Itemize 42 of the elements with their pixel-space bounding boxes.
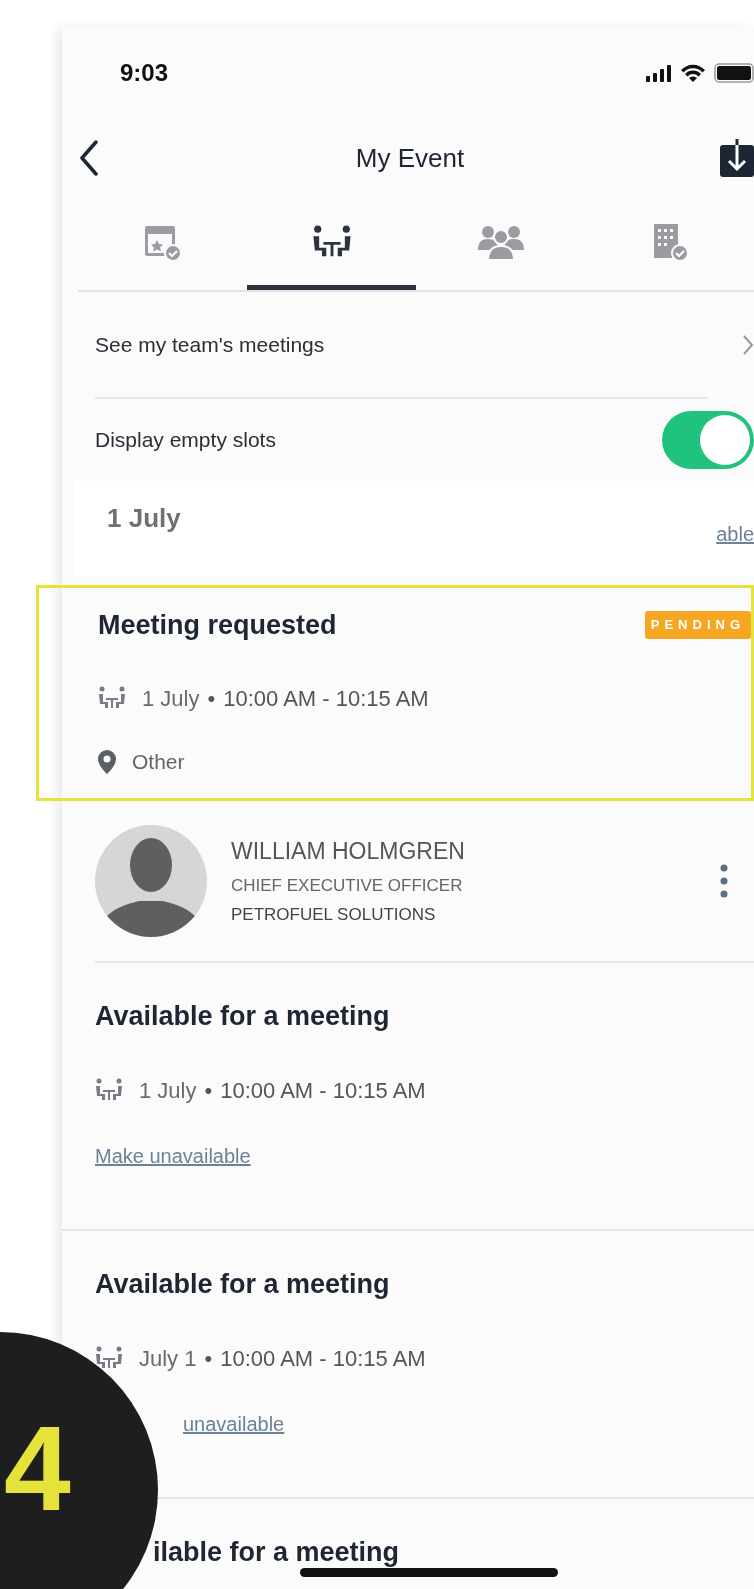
- team-meetings-link[interactable]: See my team's meetings: [95, 328, 754, 361]
- meeting-date: 1 July: [139, 1076, 197, 1105]
- location-text: Other: [132, 749, 185, 776]
- slot-title: Meeting requested: [98, 608, 337, 642]
- make-unavailable-link[interactable]: Make unavailable: [95, 1145, 251, 1167]
- signal-icon: [646, 64, 672, 82]
- person-company: PETROFUEL SOLUTIONS: [231, 904, 437, 927]
- person-name: WILLIAM HOLMGREN: [231, 837, 466, 867]
- separator-dot: •: [204, 1344, 213, 1373]
- empty-slots-toggle[interactable]: [662, 411, 754, 469]
- availability-link[interactable]: able: [716, 481, 754, 576]
- meeting-icon: [98, 686, 126, 710]
- date-heading: 1 July: [107, 502, 181, 535]
- step-number: 4: [4, 1408, 71, 1528]
- meeting-icon: [95, 1346, 123, 1370]
- meeting-icon: [95, 1078, 123, 1102]
- meeting-date: July 1: [139, 1344, 197, 1373]
- wifi-icon: [680, 63, 706, 83]
- separator-dot: •: [207, 684, 216, 713]
- meeting-time: 10:00 AM - 10:15 AM: [223, 684, 429, 713]
- battery-icon: [714, 63, 754, 83]
- more-icon: [720, 864, 728, 898]
- separator-dot: •: [204, 1076, 213, 1105]
- slot-title: Available for a meeting: [95, 999, 390, 1033]
- toggle-label: Display empty slots: [95, 427, 276, 454]
- slot-title: Available for a meeting: [95, 1267, 390, 1301]
- people-icon: [477, 223, 524, 260]
- meeting-time: 10:00 AM - 10:15 AM: [220, 1076, 426, 1105]
- screen-title: My Event: [355, 141, 465, 175]
- back-button[interactable]: [78, 140, 100, 176]
- meeting-time: 10:00 AM - 10:15 AM: [220, 1344, 426, 1373]
- more-button[interactable]: [720, 864, 728, 898]
- slot-title: ilable for a meeting: [152, 1535, 400, 1569]
- status-badge: PENDING: [644, 611, 751, 639]
- person-role: CHIEF EXECUTIVE OFFICER: [231, 874, 464, 897]
- chevron-icon: [742, 333, 754, 356]
- download-button[interactable]: [720, 139, 754, 177]
- pin-icon: [98, 750, 116, 774]
- meeting-date: 1 July: [142, 684, 200, 713]
- make-unavailable-link[interactable]: unavailable: [183, 1413, 285, 1435]
- back-icon: [78, 140, 100, 176]
- clock-time: 9:03: [120, 58, 169, 88]
